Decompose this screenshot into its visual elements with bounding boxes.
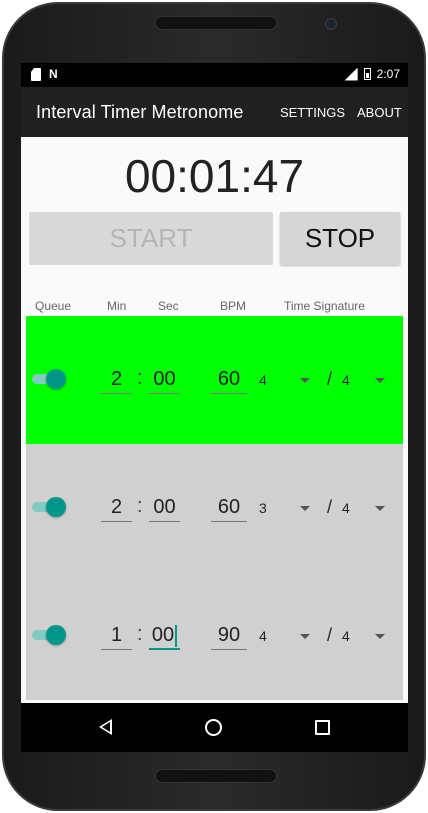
stop-button[interactable]: STOP <box>280 212 400 265</box>
network-type: LTE <box>345 68 346 73</box>
dropdown-arrow-icon[interactable] <box>375 378 385 383</box>
toggle-thumb <box>46 369 66 389</box>
beats-per-measure-select[interactable]: 3 <box>259 500 267 516</box>
status-clock: 2:07 <box>376 67 400 81</box>
sd-card-icon <box>31 68 41 81</box>
beats-per-measure-select[interactable]: 4 <box>259 628 267 644</box>
sec-input[interactable]: 00 <box>149 366 180 394</box>
sec-input[interactable]: 00 <box>149 622 180 650</box>
time-signature-column-header: Time Signature <box>284 299 365 313</box>
sec-input[interactable]: 00 <box>149 494 180 522</box>
note-value-select[interactable]: 4 <box>342 372 350 388</box>
sec-column-header: Sec <box>158 299 179 313</box>
queue-toggle[interactable] <box>32 369 66 389</box>
min-input[interactable]: 1 <box>101 622 132 650</box>
min-input[interactable]: 2 <box>101 366 132 394</box>
app-title: Interval Timer Metronome <box>36 102 244 122</box>
dropdown-arrow-icon[interactable] <box>300 378 310 383</box>
bpm-input[interactable]: 60 <box>211 494 247 522</box>
time-signature-slash: / <box>327 625 333 645</box>
toggle-thumb <box>46 625 66 645</box>
bottom-speaker <box>155 769 277 783</box>
bpm-column-header: BPM <box>220 299 247 313</box>
text-cursor <box>175 624 178 647</box>
note-value-select[interactable]: 4 <box>342 628 350 644</box>
queue-toggle[interactable] <box>32 497 66 517</box>
bpm-input[interactable]: 90 <box>211 622 247 650</box>
home-icon[interactable] <box>205 719 222 736</box>
min-input[interactable]: 2 <box>101 494 132 522</box>
interval-list: 2 : 00 60 4 / 4 2 : 00 60 3 / 4 1: 00 9… <box>26 316 403 700</box>
timer-display: 00:01:47 <box>124 150 305 202</box>
front-camera <box>325 18 337 30</box>
start-button[interactable]: START <box>29 212 273 265</box>
time-signature-slash: / <box>327 497 333 517</box>
status-bar: N LTE 2:07 <box>21 63 408 87</box>
time-separator: : <box>137 495 143 517</box>
min-column-header: Min <box>107 299 127 313</box>
queue-toggle[interactable] <box>32 625 66 645</box>
toggle-thumb <box>46 497 66 517</box>
n-icon: N <box>49 67 58 81</box>
app-bar: Interval Timer Metronome SETTINGS ABOUT <box>21 87 408 137</box>
navigation-bar <box>21 703 408 752</box>
bpm-input[interactable]: 60 <box>211 366 247 394</box>
battery-icon <box>363 68 371 80</box>
about-menu-item[interactable]: ABOUT <box>357 105 402 120</box>
signal-icon: LTE <box>344 67 358 81</box>
interval-row: 2 : 00 60 4 / 4 <box>26 316 403 444</box>
dropdown-arrow-icon[interactable] <box>300 634 310 639</box>
dropdown-arrow-icon[interactable] <box>300 506 310 511</box>
interval-row: 2 : 00 60 3 / 4 <box>26 444 403 572</box>
earpiece-speaker <box>155 16 277 30</box>
queue-column-header: Queue <box>35 299 72 313</box>
screen: N LTE 2:07 Interval Timer Metronome SETT… <box>21 63 408 752</box>
settings-menu-item[interactable]: SETTINGS <box>280 105 345 120</box>
dropdown-arrow-icon[interactable] <box>375 506 385 511</box>
note-value-select[interactable]: 4 <box>342 500 350 516</box>
beats-per-measure-select[interactable]: 4 <box>259 372 267 388</box>
interval-row: 1 : 00 90 4 / 4 <box>26 572 403 700</box>
dropdown-arrow-icon[interactable] <box>375 634 385 639</box>
time-signature-slash: / <box>327 369 333 389</box>
back-icon[interactable] <box>99 719 112 735</box>
time-separator: : <box>137 623 143 645</box>
time-separator: : <box>137 367 143 389</box>
sec-value: 00 <box>151 624 175 646</box>
recents-icon[interactable] <box>315 720 330 735</box>
